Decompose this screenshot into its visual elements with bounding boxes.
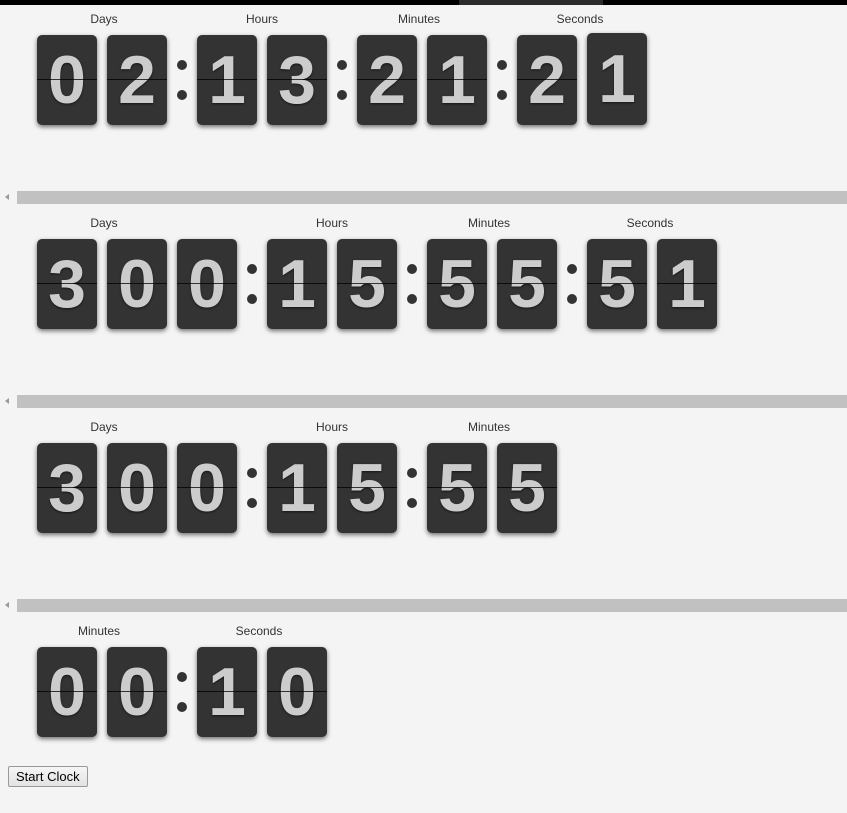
label-hours: Hours (315, 216, 349, 230)
scrollbar-thumb[interactable] (17, 191, 847, 204)
label-hours: Hours (245, 12, 279, 26)
label-minutes: Minutes (397, 12, 441, 26)
scrollbar-thumb[interactable] (17, 395, 847, 408)
top-tab-indicator (459, 0, 603, 5)
digit-card-hours: 5 (337, 443, 397, 533)
digit-card-hours: 1 (267, 443, 327, 533)
digit-card-hours: 3 (267, 35, 327, 125)
start-clock-button[interactable]: Start Clock (8, 766, 88, 787)
digit-card-minutes: 5 (427, 239, 487, 329)
digit-card-days: 3 (37, 443, 97, 533)
digit-card-seconds: 5 (587, 239, 647, 329)
colon-separator (172, 35, 192, 125)
digit-card-minutes: 2 (357, 35, 417, 125)
digit-card-days: 0 (177, 239, 237, 329)
label-minutes: Minutes (77, 624, 121, 638)
clock-labels: Days Hours Minutes Seconds (0, 12, 847, 28)
digit-card-minutes: 1 (427, 35, 487, 125)
label-minutes: Minutes (467, 420, 511, 434)
digit-card-seconds-flipping: 1 (587, 33, 647, 125)
colon-separator (492, 35, 512, 125)
digit-card-days: 0 (107, 239, 167, 329)
clock-labels: Minutes Seconds (0, 624, 847, 640)
colon-separator (332, 35, 352, 125)
label-seconds: Seconds (626, 216, 674, 230)
label-days: Days (90, 216, 118, 230)
triangle-left-icon[interactable] (5, 602, 9, 608)
colon-separator (402, 239, 422, 329)
digit-card-days: 0 (37, 35, 97, 125)
digit-card-minutes: 5 (497, 443, 557, 533)
digit-card-seconds: 0 (267, 647, 327, 737)
digit-card-days: 2 (107, 35, 167, 125)
digit-card-days: 0 (177, 443, 237, 533)
clock-digits: 3 0 0 1 5 5 5 5 1 (37, 239, 727, 331)
scrollbar-thumb[interactable] (17, 599, 847, 612)
digit-card-minutes: 5 (497, 239, 557, 329)
colon-separator (242, 239, 262, 329)
top-bar (0, 0, 847, 5)
digit-card-seconds: 2 (517, 35, 577, 125)
digit-card-days: 0 (107, 443, 167, 533)
clock-labels: Days Hours Minutes (0, 420, 847, 436)
label-seconds: Seconds (235, 624, 283, 638)
digit-card-minutes: 5 (427, 443, 487, 533)
label-days: Days (90, 420, 118, 434)
clock-digits: 3 0 0 1 5 5 5 (37, 443, 567, 535)
digit-card-minutes: 0 (107, 647, 167, 737)
digit-card-minutes: 0 (37, 647, 97, 737)
colon-separator (172, 647, 192, 737)
horizontal-scrollbar-2[interactable] (0, 395, 847, 408)
digit-card-seconds: 1 (657, 239, 717, 329)
label-seconds: Seconds (556, 12, 604, 26)
clock-labels: Days Hours Minutes Seconds (0, 216, 847, 232)
horizontal-scrollbar-3[interactable] (0, 599, 847, 612)
label-minutes: Minutes (467, 216, 511, 230)
triangle-left-icon[interactable] (5, 398, 9, 404)
colon-separator (402, 443, 422, 533)
triangle-left-icon[interactable] (5, 194, 9, 200)
colon-separator (562, 239, 582, 329)
label-hours: Hours (315, 420, 349, 434)
label-days: Days (90, 12, 118, 26)
digit-card-days: 3 (37, 239, 97, 329)
digit-card-hours: 1 (267, 239, 327, 329)
clock-digits: 0 0 1 0 (37, 647, 337, 739)
digit-card-hours: 1 (197, 35, 257, 125)
digit-card-seconds: 1 (197, 647, 257, 737)
clock-digits: 0 2 1 3 2 1 2 1 (37, 33, 657, 127)
horizontal-scrollbar-1[interactable] (0, 191, 847, 204)
colon-separator (242, 443, 262, 533)
digit-card-hours: 5 (337, 239, 397, 329)
